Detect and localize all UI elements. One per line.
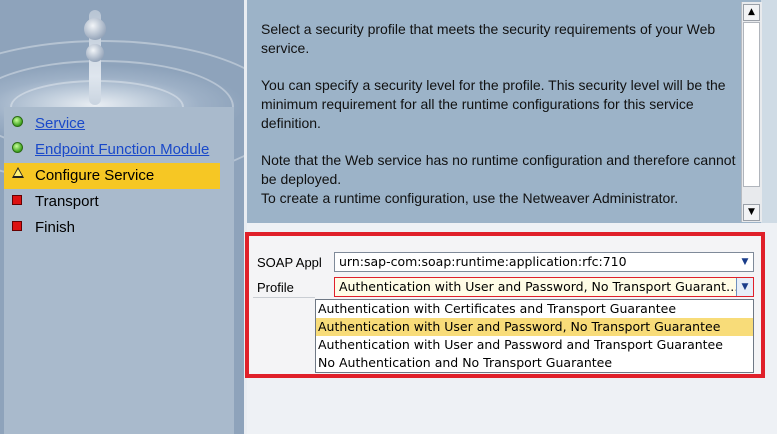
water-drop-icon	[84, 18, 106, 40]
profile-options-list[interactable]: Authentication with Certificates and Tra…	[315, 299, 754, 373]
profile-option[interactable]: Authentication with User and Password an…	[316, 336, 753, 354]
wizard-step-label: Configure Service	[35, 167, 155, 184]
green-circle-icon	[12, 116, 23, 127]
row-divider	[253, 297, 315, 298]
scroll-down-arrow-icon[interactable]: ▼	[743, 204, 760, 221]
wizard-step-label: Transport	[35, 193, 99, 210]
soap-application-value: urn:sap-com:soap:runtime:application:rfc…	[339, 254, 627, 269]
info-paragraph: To create a runtime configuration, use t…	[261, 190, 679, 206]
wizard-step-label: Finish	[35, 219, 76, 236]
info-text-panel: Select a security profile that meets the…	[247, 0, 761, 223]
scrollbar-thumb[interactable]	[743, 22, 760, 187]
profile-label: Profile	[257, 280, 294, 295]
scroll-up-arrow-icon[interactable]: ▲	[743, 4, 760, 21]
wizard-step-label[interactable]: Service	[35, 115, 85, 132]
info-paragraph: You can specify a security level for the…	[261, 77, 726, 131]
soap-application-label: SOAP Appl	[257, 255, 322, 270]
wizard-step-finish: Finish	[4, 215, 234, 241]
wizard-step-endpoint-function-module[interactable]: Endpoint Function Module	[4, 137, 234, 163]
chevron-down-icon[interactable]: ▼	[737, 253, 753, 271]
chevron-down-icon[interactable]: ▼	[736, 278, 753, 296]
profile-value: Authentication with User and Password, N…	[339, 279, 739, 294]
wizard-step-transport: Transport	[4, 189, 234, 215]
wizard-step-configure-service: Configure Service	[4, 163, 220, 189]
info-paragraph: Select a security profile that meets the…	[261, 21, 716, 56]
profile-option-selected[interactable]: Authentication with User and Password, N…	[316, 318, 753, 336]
soap-application-dropdown[interactable]: urn:sap-com:soap:runtime:application:rfc…	[334, 252, 754, 272]
warning-triangle-icon	[12, 167, 24, 178]
wizard-step-label[interactable]: Endpoint Function Module	[35, 141, 209, 158]
profile-dropdown[interactable]: Authentication with User and Password, N…	[334, 277, 754, 297]
wizard-sidebar: Service Endpoint Function Module Configu…	[0, 0, 244, 434]
water-drop-icon	[86, 44, 104, 62]
red-square-icon	[12, 195, 22, 205]
wizard-steps: Service Endpoint Function Module Configu…	[4, 107, 234, 434]
info-scrollbar[interactable]: ▲ ▼	[741, 2, 762, 222]
profile-option[interactable]: No Authentication and No Transport Guara…	[316, 354, 753, 372]
profile-option[interactable]: Authentication with Certificates and Tra…	[316, 300, 753, 318]
info-paragraph: Note that the Web service has no runtime…	[261, 152, 736, 187]
green-circle-icon	[12, 142, 23, 153]
red-square-icon	[12, 221, 22, 231]
wizard-step-service[interactable]: Service	[4, 111, 234, 137]
